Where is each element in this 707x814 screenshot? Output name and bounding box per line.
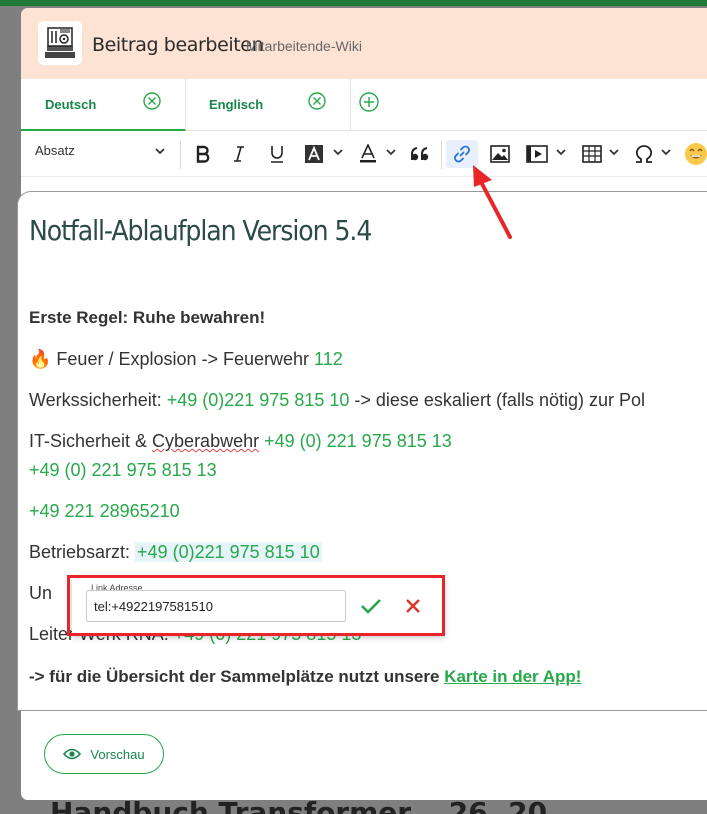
emoji-icon bbox=[685, 143, 707, 165]
wiki-logo-icon bbox=[38, 21, 82, 65]
special-characters-button[interactable] bbox=[632, 140, 656, 168]
insert-media-button[interactable] bbox=[524, 140, 550, 168]
rule-line[interactable]: Erste Regel: Ruhe bewahren! bbox=[29, 308, 265, 328]
fire-number[interactable]: 112 bbox=[314, 349, 343, 369]
chevron-down-icon[interactable] bbox=[386, 148, 396, 156]
insert-table-button[interactable] bbox=[580, 140, 604, 168]
remove-language-icon[interactable] bbox=[307, 91, 327, 111]
highlight-icon bbox=[305, 145, 323, 163]
italic-button[interactable] bbox=[227, 140, 251, 168]
annotation-arrow-icon bbox=[473, 165, 512, 239]
security-line[interactable]: Werkssicherheit: +49 (0)221 975 815 10 -… bbox=[29, 390, 645, 411]
chevron-down-icon[interactable] bbox=[609, 148, 619, 156]
modal-title: Beitrag bearbeiten bbox=[92, 34, 264, 56]
document-title[interactable]: Notfall-Ablaufplan Version 5.4 bbox=[29, 214, 372, 247]
table-icon bbox=[582, 145, 602, 163]
remove-language-icon[interactable] bbox=[142, 91, 162, 111]
font-color-button[interactable] bbox=[357, 140, 379, 168]
modal-footer: Vorschau bbox=[21, 703, 707, 800]
annotation-highlight-box bbox=[67, 575, 445, 636]
bold-button[interactable] bbox=[191, 140, 215, 168]
tab-label: Englisch bbox=[209, 97, 264, 112]
language-tabs: Deutsch Englisch bbox=[21, 79, 707, 131]
eye-icon bbox=[63, 748, 82, 760]
extra-phone[interactable]: +49 221 28965210 bbox=[29, 501, 180, 522]
tab-deutsch[interactable]: Deutsch bbox=[21, 79, 186, 131]
fire-icon: 🔥 bbox=[29, 349, 52, 369]
fire-line[interactable]: 🔥 Feuer / Explosion -> Feuerwehr 112 bbox=[29, 349, 343, 370]
doctor-number-selected[interactable]: +49 (0)221 975 815 10 bbox=[135, 542, 322, 562]
quote-icon bbox=[411, 147, 429, 161]
toolbar-divider bbox=[180, 141, 181, 169]
preview-label: Vorschau bbox=[90, 746, 145, 762]
modal-subtitle: Mitarbeitende-Wiki bbox=[246, 38, 362, 54]
editor-toolbar: Absatz bbox=[21, 131, 707, 177]
it-number-second[interactable]: +49 (0) 221 975 815 13 bbox=[29, 460, 217, 481]
underline-button[interactable] bbox=[265, 140, 289, 168]
underline-icon bbox=[271, 146, 283, 163]
font-color-icon bbox=[360, 144, 376, 163]
misspelled-word[interactable]: Cyberabwehr bbox=[152, 431, 259, 451]
chevron-down-icon[interactable] bbox=[556, 148, 566, 156]
partial-line[interactable]: Un bbox=[29, 583, 52, 604]
bold-icon bbox=[196, 145, 210, 163]
chevron-down-icon[interactable] bbox=[661, 148, 671, 156]
app-top-bar bbox=[0, 0, 707, 6]
app-map-link[interactable]: Karte in der App! bbox=[444, 667, 581, 686]
tab-label: Deutsch bbox=[45, 97, 97, 112]
media-icon bbox=[526, 145, 548, 163]
add-language-icon[interactable] bbox=[358, 91, 380, 113]
chevron-down-icon[interactable] bbox=[333, 148, 343, 156]
preview-button[interactable]: Vorschau bbox=[44, 734, 164, 774]
highlight-button[interactable] bbox=[303, 140, 325, 168]
it-number[interactable]: +49 (0) 221 975 815 13 bbox=[259, 431, 452, 451]
tab-englisch[interactable]: Englisch bbox=[186, 79, 351, 131]
paragraph-format-select[interactable]: Absatz bbox=[35, 143, 171, 158]
chevron-down-icon[interactable] bbox=[155, 147, 165, 155]
blockquote-button[interactable] bbox=[409, 140, 433, 168]
omega-icon bbox=[635, 145, 653, 163]
emoji-button[interactable] bbox=[683, 140, 707, 168]
toolbar-divider bbox=[441, 141, 442, 169]
security-number[interactable]: +49 (0)221 975 815 10 bbox=[167, 390, 350, 410]
italic-icon bbox=[234, 146, 244, 162]
assembly-line[interactable]: -> für die Übersicht der Sammelplätze nu… bbox=[29, 667, 581, 687]
modal-header: Beitrag bearbeiten Mitarbeitende-Wiki bbox=[21, 8, 707, 79]
doctor-line[interactable]: Betriebsarzt: +49 (0)221 975 815 10 bbox=[29, 542, 322, 563]
it-line[interactable]: IT-Sicherheit & Cyberabwehr +49 (0) 221 … bbox=[29, 431, 452, 452]
